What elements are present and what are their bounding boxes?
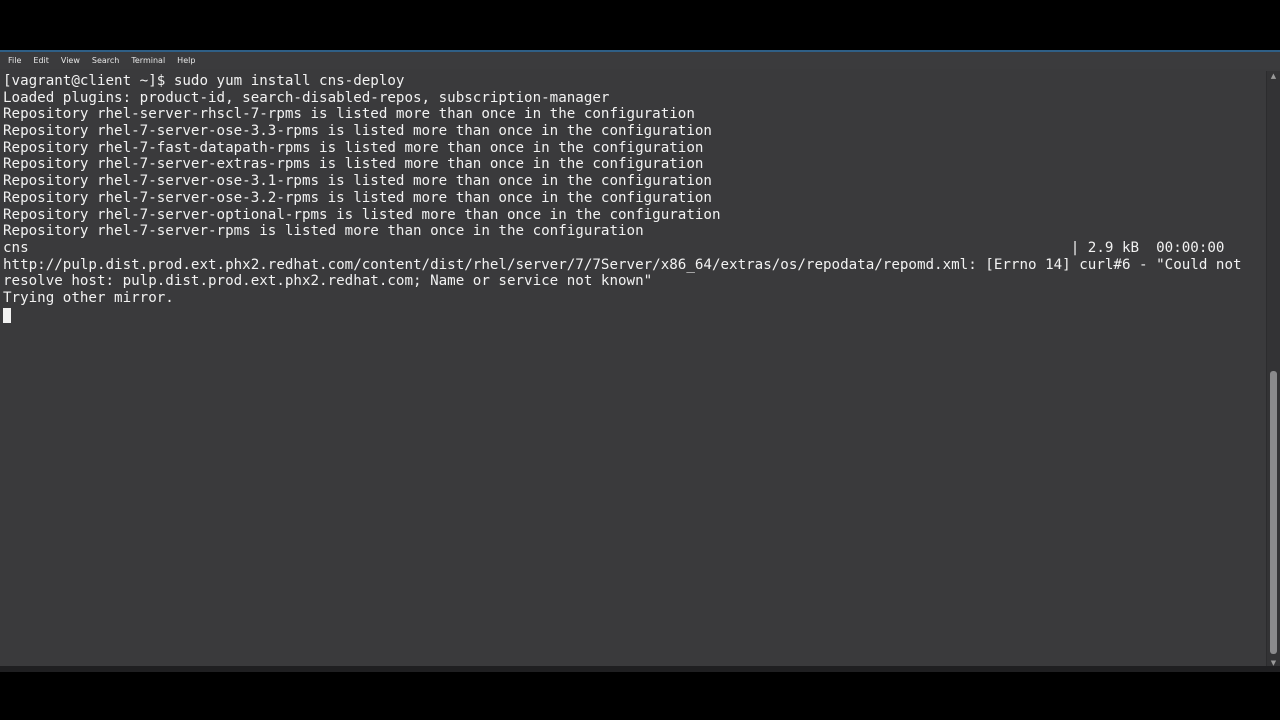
terminal-line: Repository rhel-7-server-rpms is listed … xyxy=(3,223,644,240)
menu-help[interactable]: Help xyxy=(171,52,201,69)
menu-terminal[interactable]: Terminal xyxy=(125,52,171,69)
menu-edit[interactable]: Edit xyxy=(27,52,55,69)
screen: File Edit View Search Terminal Help [vag… xyxy=(0,0,1280,720)
menubar: File Edit View Search Terminal Help xyxy=(0,52,1280,69)
terminal-line: Repository rhel-7-server-ose-3.3-rpms is… xyxy=(3,123,712,140)
vertical-scrollbar[interactable]: ▲ ▼ xyxy=(1266,71,1280,668)
scrollbar-thumb[interactable] xyxy=(1270,371,1277,654)
bottom-edge xyxy=(0,666,1280,672)
menu-file[interactable]: File xyxy=(2,52,27,69)
terminal-cursor-line xyxy=(3,307,1265,324)
menu-search[interactable]: Search xyxy=(86,52,125,69)
arrow-up-icon[interactable]: ▲ xyxy=(1267,71,1280,81)
terminal-line: resolve host: pulp.dist.prod.ext.phx2.re… xyxy=(3,273,653,290)
terminal-line: cns | 2.9 kB 00:00:00 xyxy=(3,239,1225,256)
terminal-line: [vagrant@client ~]$ sudo yum install cns… xyxy=(3,73,405,89)
text-cursor xyxy=(3,307,11,323)
terminal-window: File Edit View Search Terminal Help [vag… xyxy=(0,50,1280,668)
terminal-line: Repository rhel-7-server-ose-3.2-rpms is… xyxy=(3,189,712,206)
terminal-lines: [vagrant@client ~]$ sudo yum install cns… xyxy=(3,73,1265,323)
terminal-line: Repository rhel-7-server-extras-rpms is … xyxy=(3,156,704,173)
terminal-line: Repository rhel-7-fast-datapath-rpms is … xyxy=(3,139,704,156)
terminal-line: Repository rhel-server-rhscl-7-rpms is l… xyxy=(3,106,695,123)
terminal-line: Repository rhel-7-server-optional-rpms i… xyxy=(3,206,721,223)
terminal-line: Trying other mirror. xyxy=(3,289,174,306)
terminal-line: Repository rhel-7-server-ose-3.1-rpms is… xyxy=(3,173,712,190)
menu-view[interactable]: View xyxy=(55,52,86,69)
terminal-output[interactable]: [vagrant@client ~]$ sudo yum install cns… xyxy=(0,71,1266,668)
terminal-line: http://pulp.dist.prod.ext.phx2.redhat.co… xyxy=(3,256,1242,273)
terminal-line: Loaded plugins: product-id, search-disab… xyxy=(3,89,610,106)
